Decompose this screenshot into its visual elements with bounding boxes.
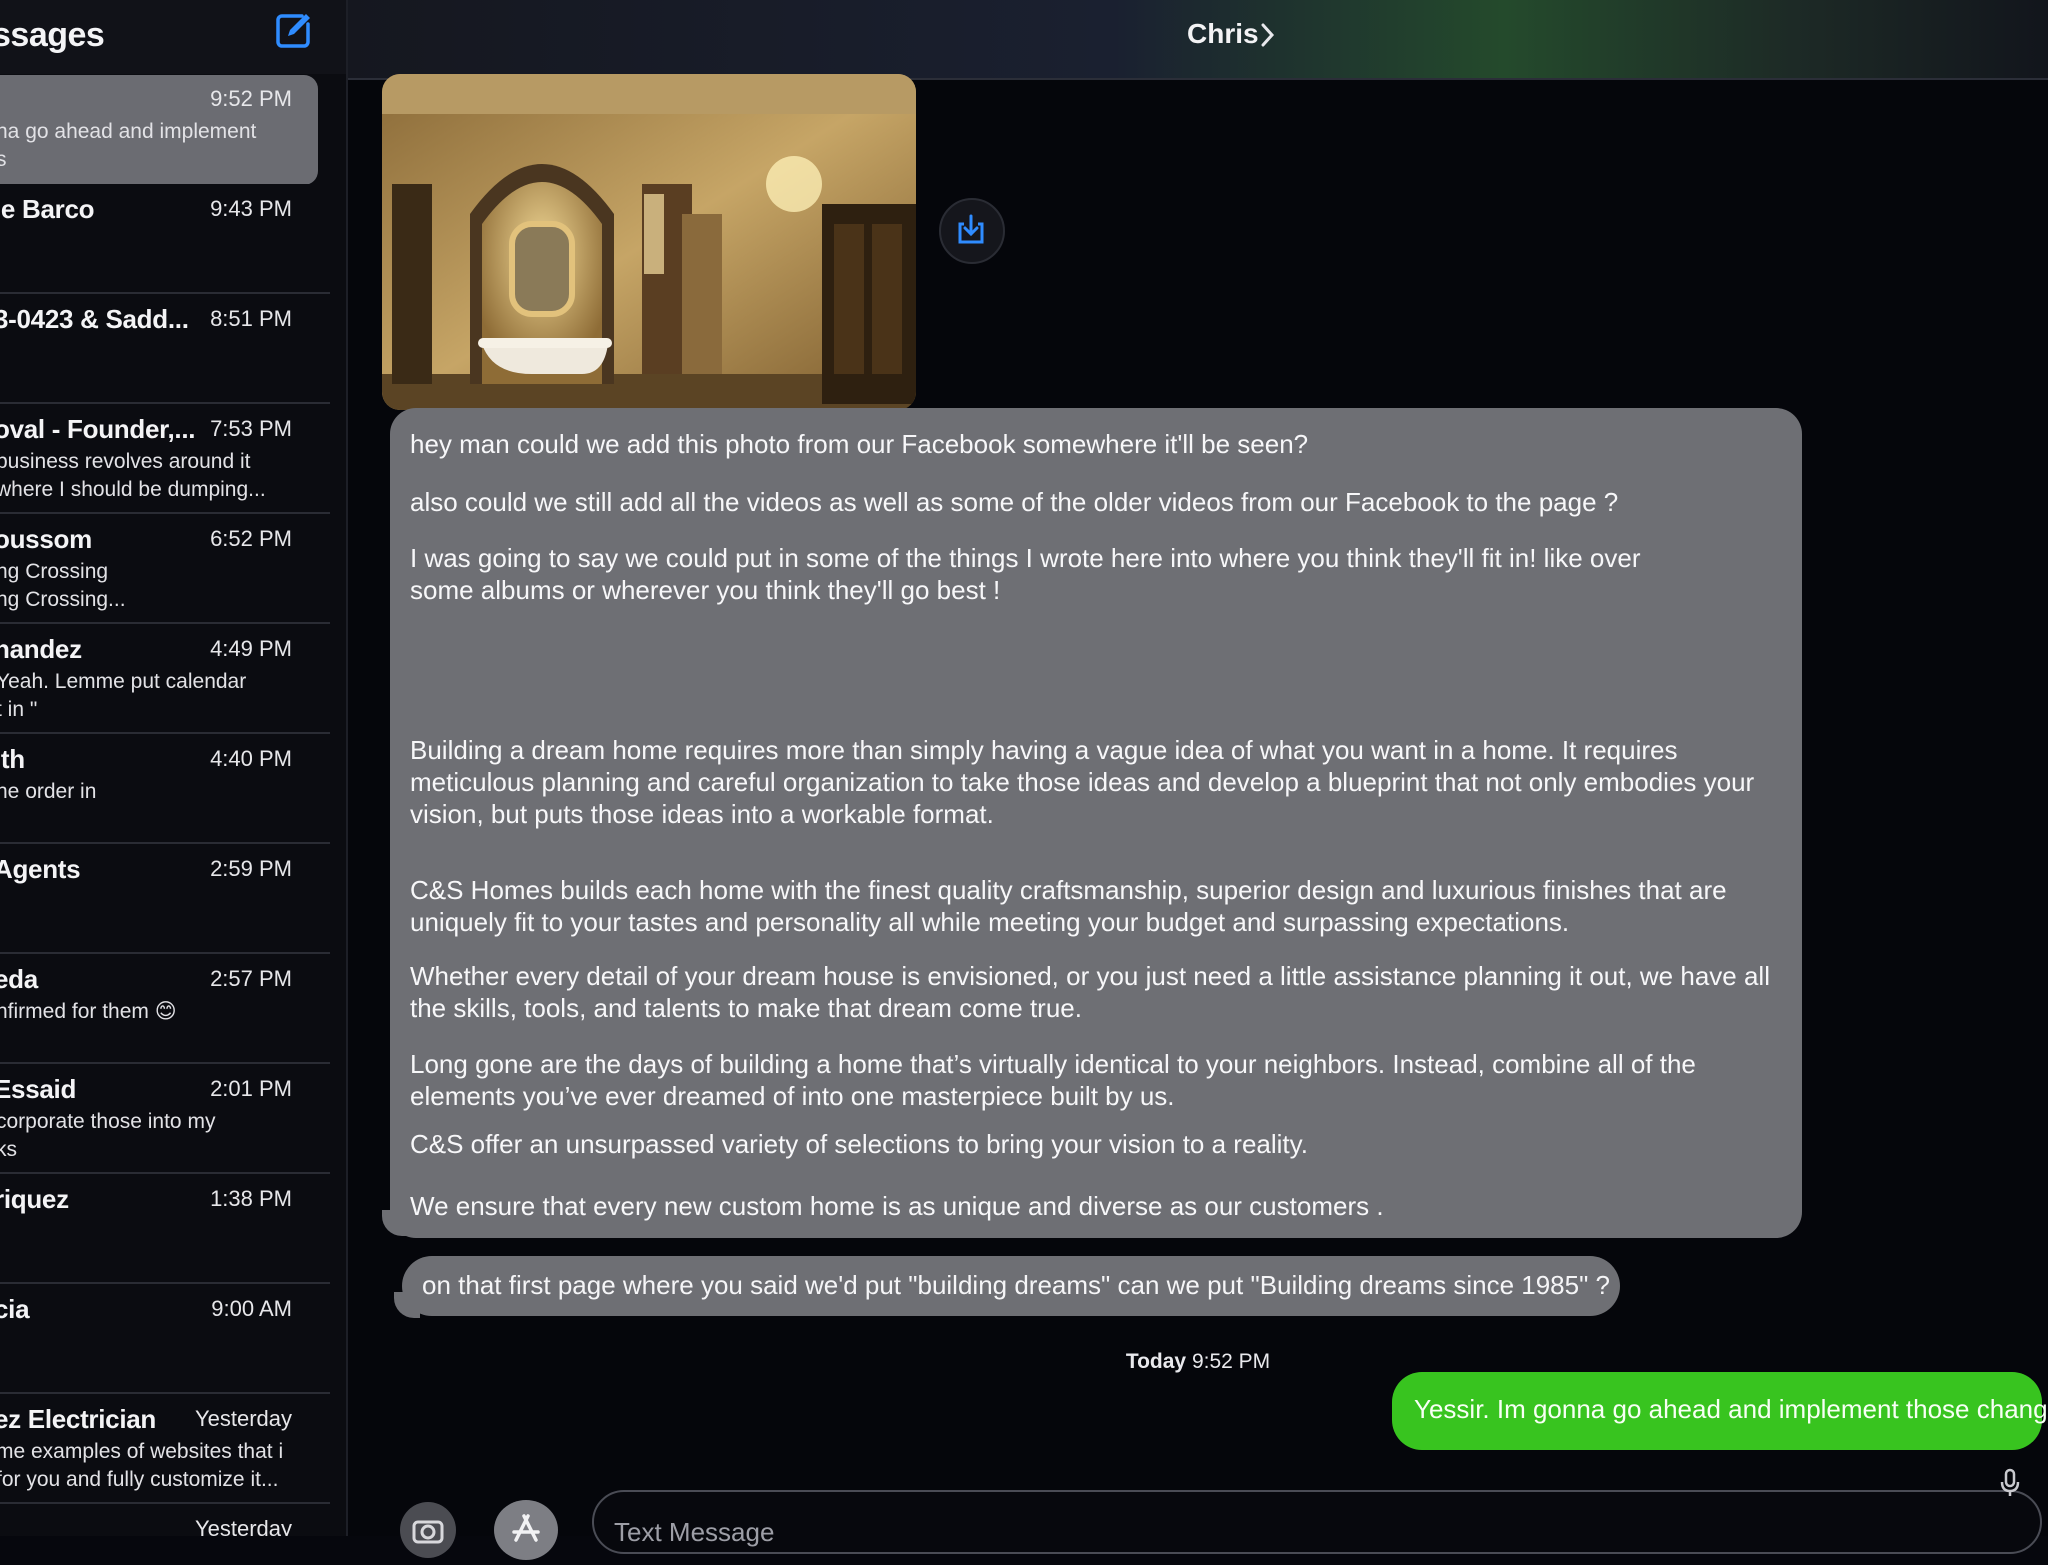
- conversation-item[interactable]: Yesterday: [0, 1504, 340, 1536]
- save-to-photos-icon: [958, 214, 984, 244]
- conversation-time: Yesterday: [194, 1516, 292, 1536]
- conversation-list: 9:52 PM na go ahead and implement s le B…: [0, 74, 340, 1536]
- sidebar-header: ssages: [0, 0, 346, 74]
- conversation-preview: na go ahead and implement s: [0, 120, 257, 171]
- text-message-input[interactable]: [592, 1490, 2042, 1554]
- conversation-name: oussom: [0, 524, 92, 554]
- conversation-preview: [0, 338, 296, 396]
- message-paragraph: We ensure that every new custom home is …: [410, 1191, 1384, 1221]
- conversation-time: 7:53 PM: [210, 416, 292, 441]
- conversation-item[interactable]: ith 4:40 PM ne order in: [0, 734, 340, 844]
- conversation-item[interactable]: ez Electrician Yesterday me examples of …: [0, 1394, 340, 1504]
- conversation-name: cia: [0, 1294, 30, 1324]
- conversation-item[interactable]: le Barco 9:43 PM: [0, 184, 340, 294]
- conversation-name: 3-0423 & Sadd...: [0, 304, 189, 334]
- conversation-time: 9:43 PM: [210, 196, 292, 221]
- message-paragraph: Building a dream home requires more than…: [410, 735, 1755, 829]
- conversation-name: oval - Founder,...: [0, 414, 194, 444]
- sidebar-title: ssages: [0, 16, 105, 54]
- outgoing-message-bubble[interactable]: Yessir. Im gonna go ahead and implement …: [1392, 1372, 2048, 1450]
- microphone-icon[interactable]: [2000, 1468, 2020, 1498]
- conversation-name: riquez: [0, 1184, 69, 1214]
- conversation-item[interactable]: eda 2:57 PM nfirmed for them 😊: [0, 954, 340, 1064]
- timestamp-day: Today: [1125, 1350, 1187, 1373]
- conversation-item[interactable]: cia 9:00 AM: [0, 1284, 340, 1394]
- compose-button[interactable]: [272, 10, 314, 52]
- contact-name[interactable]: Chris: [1187, 18, 1259, 50]
- chevron-right-icon[interactable]: [1260, 22, 1276, 48]
- conversation-item[interactable]: Essaid 2:01 PM corporate those into my k…: [0, 1064, 340, 1174]
- conversation-item[interactable]: Agents 2:59 PM: [0, 844, 340, 954]
- conversation-time: 2:59 PM: [210, 856, 292, 881]
- message-paragraph: I was going to say we could put in some …: [410, 543, 1641, 605]
- conversation-name: le Barco: [0, 194, 95, 224]
- conversation-time: 9:00 AM: [211, 1296, 292, 1321]
- conversation-preview: [0, 1218, 296, 1276]
- message-text: on that first page where you said we'd p…: [422, 1270, 1611, 1300]
- conversation-preview: [0, 888, 296, 946]
- message-text: Yessir. Im gonna go ahead and implement …: [1414, 1394, 2048, 1424]
- timestamp-time: 9:52 PM: [1191, 1350, 1271, 1373]
- conversation-preview: business revolves around it where I shou…: [0, 450, 266, 501]
- conversation-item[interactable]: oval - Founder,... 7:53 PM business revo…: [0, 404, 340, 514]
- conversation-name: Essaid: [0, 1074, 77, 1104]
- conversation-item[interactable]: riquez 1:38 PM: [0, 1174, 340, 1284]
- conversation-name: eda: [0, 964, 38, 994]
- conversation-item[interactable]: oussom 6:52 PM ng Crossing ng Crossing..…: [0, 514, 340, 624]
- conversation-preview: [0, 228, 296, 286]
- conversation-preview: ne order in: [0, 780, 97, 803]
- conversation-preview: me examples of websites that i for you a…: [0, 1440, 284, 1491]
- conversation-pane: Chris hey man could we add this photo fr…: [348, 0, 2048, 1560]
- conversation-header: Chris: [348, 0, 2048, 80]
- app-store-button[interactable]: [494, 1500, 558, 1560]
- incoming-message-bubble[interactable]: on that first page where you said we'd p…: [402, 1256, 1620, 1316]
- conversation-time: 9:52 PM: [210, 86, 292, 111]
- message-paragraph: C&S Homes builds each home with the fine…: [410, 875, 1727, 937]
- app-store-icon: [512, 1514, 540, 1542]
- bubble-tail: [382, 1210, 408, 1236]
- conversation-name: ez Electrician: [0, 1404, 156, 1434]
- incoming-message-bubble[interactable]: hey man could we add this photo from our…: [390, 408, 1802, 1238]
- conversation-item[interactable]: 3-0423 & Sadd... 8:51 PM: [0, 294, 340, 404]
- compose-icon: [276, 14, 310, 48]
- conversation-time: Yesterday: [194, 1406, 292, 1431]
- conversation-time: 2:57 PM: [210, 966, 292, 991]
- conversation-preview: [0, 1328, 296, 1386]
- photo-attachment[interactable]: [382, 74, 916, 410]
- conversation-item[interactable]: nandez 4:49 PM Yeah. Lemme put calendar …: [0, 624, 340, 734]
- conversation-preview: corporate those into my ks: [0, 1110, 216, 1161]
- conversation-time: 4:49 PM: [210, 636, 292, 661]
- conversation-time: 4:40 PM: [210, 746, 292, 771]
- conversation-preview: nfirmed for them 😊: [0, 1000, 177, 1023]
- conversation-preview: ng Crossing ng Crossing...: [0, 560, 126, 611]
- message-paragraph: also could we still add all the videos a…: [410, 487, 1619, 517]
- conversation-item[interactable]: 9:52 PM na go ahead and implement s: [0, 74, 340, 184]
- conversation-time: 6:52 PM: [210, 526, 292, 551]
- conversation-time: 1:38 PM: [210, 1186, 292, 1211]
- save-photo-button[interactable]: [939, 198, 1005, 264]
- message-paragraph: hey man could we add this photo from our…: [410, 429, 1309, 459]
- message-paragraph: Long gone are the days of building a hom…: [410, 1049, 1696, 1111]
- conversation-name: Agents: [0, 854, 81, 884]
- message-composer: [348, 1460, 2048, 1560]
- conversation-name: nandez: [0, 634, 82, 664]
- camera-icon: [412, 1520, 444, 1544]
- conversation-time: 2:01 PM: [210, 1076, 292, 1101]
- bathroom-photo: [382, 74, 916, 410]
- conversation-preview: Yeah. Lemme put calendar t in ": [0, 670, 247, 721]
- camera-button[interactable]: [400, 1502, 456, 1558]
- message-timestamp: Today 9:52 PM: [348, 1350, 2048, 1374]
- bubble-tail: [394, 1292, 420, 1318]
- conversation-name: ith: [0, 744, 25, 774]
- conversation-sidebar: ssages 9:52 PM na go ahead and implement…: [0, 0, 348, 1536]
- message-paragraph: Whether every detail of your dream house…: [410, 961, 1770, 1023]
- conversation-time: 8:51 PM: [210, 306, 292, 331]
- message-paragraph: C&S offer an unsurpassed variety of sele…: [410, 1129, 1308, 1159]
